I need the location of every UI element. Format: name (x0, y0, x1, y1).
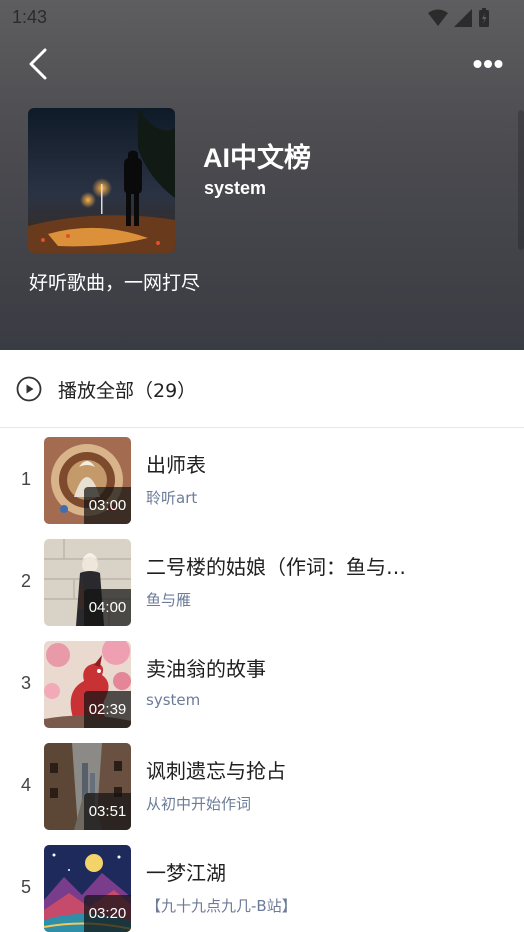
song-title: 二号楼的姑娘（作词：鱼与… (146, 555, 406, 579)
song-artist: 鱼与雁 (146, 591, 192, 609)
song-index: 4 (20, 775, 31, 795)
song-duration: 03:20 (84, 895, 131, 932)
song-duration: 03:00 (84, 487, 131, 524)
playlist-title: AI中文榜 (203, 143, 311, 173)
song-index: 2 (20, 571, 31, 591)
more-button[interactable] (470, 50, 506, 78)
playlist-author[interactable]: system (204, 178, 266, 199)
play-circle-icon[interactable] (16, 376, 42, 402)
status-bar: 1:43 (0, 0, 524, 36)
song-artist: 从初中开始作词 (146, 795, 252, 813)
song-artist: system (146, 691, 201, 709)
song-artist: 【九十九点九几-B站】 (146, 897, 297, 915)
song-index: 1 (20, 469, 31, 489)
song-title: 讽刺遗忘与抢占 (146, 759, 286, 783)
song-title: 一梦江湖 (146, 861, 226, 885)
playlist-description: 好听歌曲，一网打尽 (29, 272, 201, 294)
song-duration: 02:39 (84, 691, 131, 728)
song-artist: 聆听art (146, 489, 198, 507)
song-row-4[interactable]: 4 03:51 讽刺遗忘与抢占 从初中开始作词 (0, 743, 524, 843)
back-button[interactable] (22, 46, 54, 82)
play-all-label[interactable]: 播放全部（29） (58, 376, 196, 403)
song-row-3[interactable]: 3 02:39 卖油翁的故事 system (0, 641, 524, 741)
back-arrow-icon (29, 48, 47, 80)
wifi-icon (428, 9, 448, 26)
song-row-1[interactable]: 1 03:00 出师表 聆听art (0, 437, 524, 537)
song-duration: 03:51 (84, 793, 131, 830)
song-row-2[interactable]: 2 04:00 二号楼的姑娘（作词：鱼与… 鱼与雁 (0, 539, 524, 639)
song-row-5[interactable]: 5 03:20 一梦江湖 【九十九点九几-B站】 (0, 845, 524, 932)
song-index: 5 (20, 877, 31, 897)
song-index: 3 (20, 673, 31, 693)
song-title: 出师表 (146, 453, 206, 477)
battery-icon (479, 8, 489, 27)
status-icons (428, 8, 490, 28)
scroll-indicator (518, 110, 524, 250)
signal-icon (454, 9, 472, 27)
song-duration: 04:00 (84, 589, 131, 626)
playlist-cover (28, 108, 175, 253)
more-dots-icon (473, 60, 503, 68)
playlist-header: 1:43 AI中文榜 system 好听歌曲，一网打尽 (0, 0, 524, 350)
song-title: 卖油翁的故事 (146, 657, 266, 681)
status-time: 1:43 (12, 7, 48, 27)
